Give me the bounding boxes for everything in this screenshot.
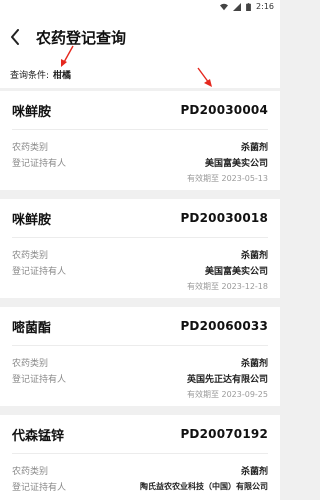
status-time: 2:16 (256, 2, 274, 11)
category-label: 农药类别 (12, 142, 49, 153)
divider (12, 129, 268, 130)
query-value: 柑橘 (53, 70, 72, 81)
category-value: 杀菌剂 (240, 466, 268, 477)
wifi-icon (220, 3, 229, 10)
status-icons: 2:16 (220, 2, 274, 11)
category-value: 杀菌剂 (240, 250, 268, 261)
holder-value: 陶氏益农农业科技（中国）有限公司 (140, 481, 268, 491)
product-name: 咪鲜胺 (12, 212, 52, 228)
registration-number: PD20060033 (180, 319, 268, 333)
category-value: 杀菌剂 (240, 142, 268, 153)
registration-number: PD20030004 (180, 103, 268, 117)
status-bar: 2:16 (0, 0, 280, 14)
battery-icon (246, 2, 251, 11)
registration-number: PD20030018 (180, 211, 268, 225)
expiry-date: 有效期至 2023-12-18 (186, 282, 268, 291)
holder-label: 登记证持有人 (12, 266, 67, 277)
registration-card[interactable]: 嘧菌酯 PD20060033 农药类别 杀菌剂 登记证持有人 英国先正达有限公司… (0, 307, 280, 406)
app-header: 农药登记查询 (0, 14, 280, 60)
registration-number: PD20070192 (180, 427, 268, 441)
registration-list: 咪鲜胺 PD20030004 农药类别 杀菌剂 登记证持有人 美国富美实公司 有… (0, 88, 280, 500)
category-value: 杀菌剂 (240, 358, 268, 369)
product-name: 嘧菌酯 (12, 320, 52, 336)
holder-label: 登记证持有人 (12, 158, 67, 169)
holder-label: 登记证持有人 (12, 482, 67, 493)
holder-value: 英国先正达有限公司 (186, 374, 268, 385)
holder-label: 登记证持有人 (12, 374, 67, 385)
holder-value: 美国富美实公司 (204, 266, 268, 277)
signal-icon (233, 2, 242, 11)
page-title: 农药登记查询 (36, 28, 127, 47)
divider (12, 237, 268, 238)
registration-card[interactable]: 代森锰锌 PD20070192 农药类别 杀菌剂 登记证持有人 陶氏益农农业科技… (0, 415, 280, 500)
expiry-date: 有效期至 2023-05-13 (186, 174, 268, 183)
query-label: 查询条件: (10, 70, 50, 81)
expiry-date: 有效期至 2023-09-25 (186, 390, 268, 399)
product-name: 代森锰锌 (12, 428, 65, 444)
category-label: 农药类别 (12, 250, 49, 261)
registration-card[interactable]: 咪鲜胺 PD20030018 农药类别 杀菌剂 登记证持有人 美国富美实公司 有… (0, 199, 280, 298)
query-conditions: 查询条件: 柑橘 (0, 60, 280, 88)
registration-card[interactable]: 咪鲜胺 PD20030004 农药类别 杀菌剂 登记证持有人 美国富美实公司 有… (0, 91, 280, 190)
category-label: 农药类别 (12, 358, 49, 369)
divider (12, 453, 268, 454)
back-arrow-icon[interactable] (10, 28, 24, 46)
category-label: 农药类别 (12, 466, 49, 477)
holder-value: 美国富美实公司 (204, 158, 268, 169)
product-name: 咪鲜胺 (12, 104, 52, 120)
divider (12, 345, 268, 346)
